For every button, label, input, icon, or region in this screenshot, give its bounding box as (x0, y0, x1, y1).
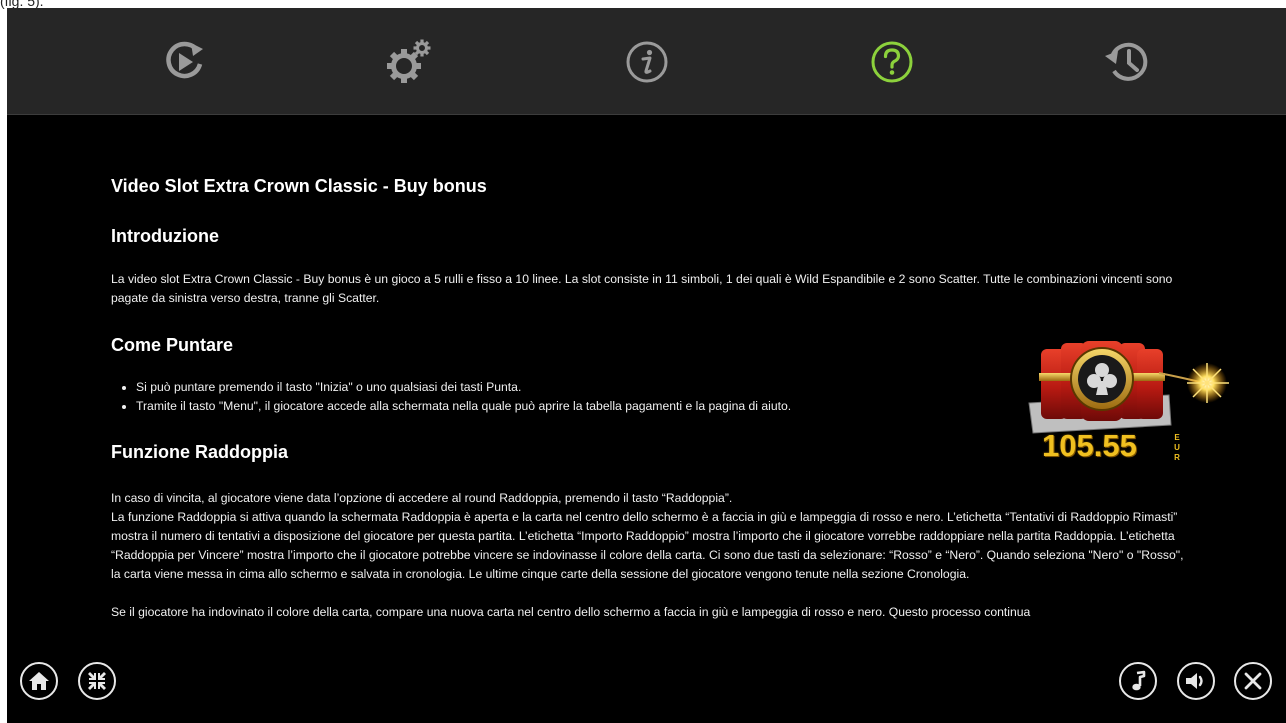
list-item: Tramite il tasto "Menu", il giocatore ac… (136, 397, 791, 416)
tab-autoplay[interactable] (154, 32, 214, 92)
tab-history[interactable] (1097, 32, 1157, 92)
music-button[interactable] (1119, 662, 1157, 700)
help-screen: Video Slot Extra Crown Classic - Buy bon… (7, 8, 1286, 723)
double-text-1: In caso di vincita, al giocatore viene d… (111, 491, 733, 505)
music-note-icon (1132, 670, 1146, 691)
bet-heading: Come Puntare (111, 335, 234, 355)
sound-icon (1186, 673, 1203, 689)
intro-text: La video slot Extra Crown Classic - Buy … (111, 272, 1173, 305)
info-icon (626, 41, 668, 83)
bet-list: Si può puntare premendo il tasto "Inizia… (111, 378, 791, 416)
help-question-icon (871, 41, 913, 83)
minimize-button[interactable] (78, 662, 116, 700)
double-heading: Funzione Raddoppia (111, 442, 288, 462)
autoplay-icon (166, 41, 203, 79)
list-item: Si può puntare premendo il tasto "Inizia… (136, 378, 791, 397)
jackpot-currency: E U R (1174, 433, 1180, 462)
intro-heading: Introduzione (111, 226, 219, 246)
sound-button[interactable] (1177, 662, 1215, 700)
double-text-2: La funzione Raddoppia si attiva quando l… (111, 510, 1184, 581)
history-icon (1105, 42, 1148, 81)
settings-gears-icon (387, 39, 431, 83)
minimize-icon (88, 672, 106, 690)
topbar-divider (7, 114, 1286, 115)
page-caption: (fig. 5). (0, 0, 44, 9)
close-button[interactable] (1234, 662, 1272, 700)
tab-settings[interactable] (379, 32, 439, 92)
double-text-3: Se il giocatore ha indovinato il colore … (111, 605, 1031, 619)
menu-tab-bar (7, 8, 1286, 114)
home-button[interactable] (20, 662, 58, 700)
page-title: Video Slot Extra Crown Classic - Buy bon… (111, 176, 487, 196)
jackpot-amount: 105.55 (1042, 428, 1137, 463)
home-icon (29, 672, 49, 690)
tab-info[interactable] (617, 32, 677, 92)
tab-help[interactable] (862, 32, 922, 92)
close-icon (1244, 672, 1262, 690)
